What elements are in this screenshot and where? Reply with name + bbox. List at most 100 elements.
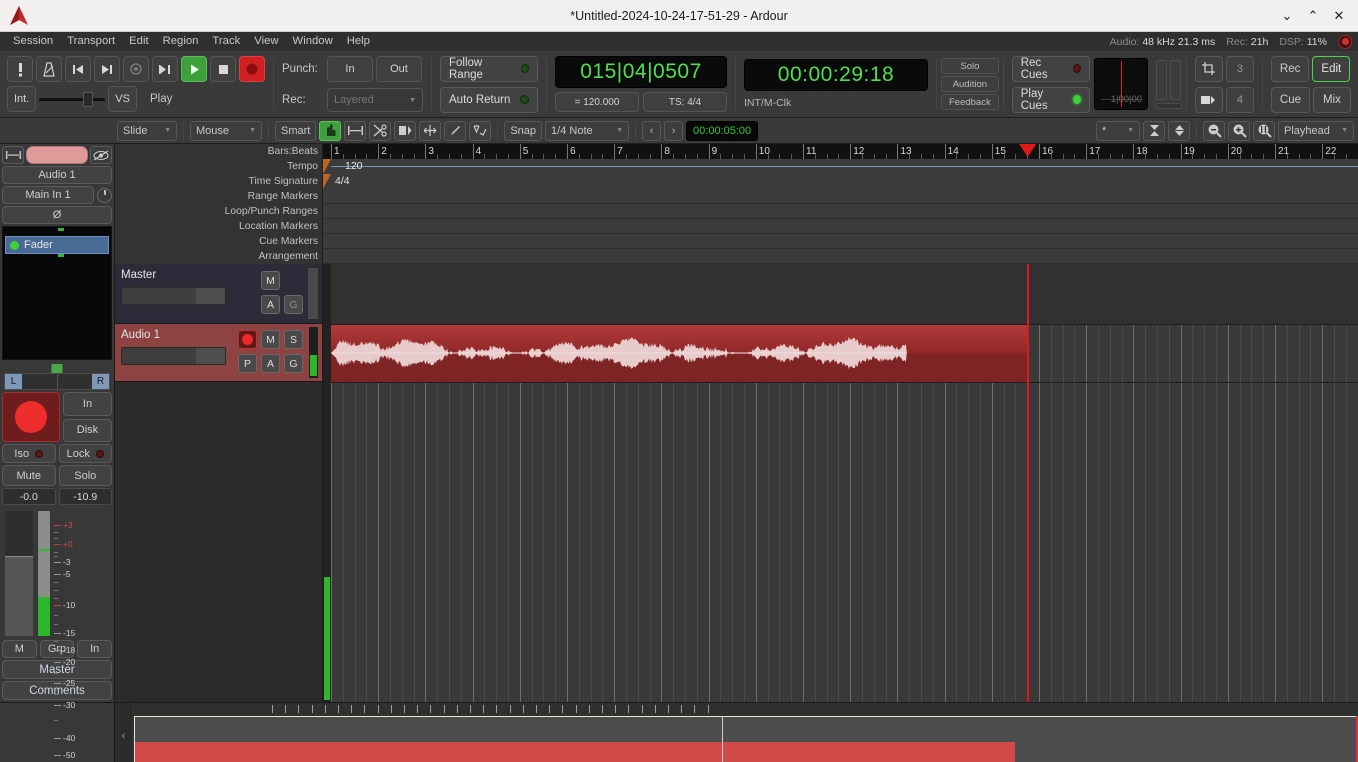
- expand-tracks-icon[interactable]: [1168, 120, 1190, 141]
- zoom-in-icon[interactable]: [1228, 120, 1250, 141]
- pan-bar[interactable]: L R: [4, 373, 110, 390]
- sync-source-button[interactable]: Int.: [7, 86, 37, 112]
- summary-view[interactable]: [132, 703, 1358, 762]
- audition-tool-icon[interactable]: [419, 120, 442, 141]
- strip-track-name-button[interactable]: Audio 1: [2, 166, 112, 184]
- tempo-marker[interactable]: [323, 159, 331, 174]
- smart-mode-button[interactable]: Smart: [275, 120, 317, 141]
- feedback-indicator[interactable]: Feedback: [941, 94, 999, 110]
- summary-region-block[interactable]: [135, 741, 1015, 762]
- track-color-swatch[interactable]: [26, 146, 88, 164]
- track-header-master[interactable]: Master M A G: [115, 264, 322, 324]
- follow-range-button[interactable]: Follow Range: [440, 55, 538, 82]
- goto-start-icon[interactable]: [65, 56, 91, 82]
- menu-track[interactable]: Track: [205, 32, 247, 51]
- audition-indicator[interactable]: Audition: [941, 76, 999, 92]
- metering-point-button[interactable]: M: [2, 640, 37, 658]
- menu-help[interactable]: Help: [340, 32, 377, 51]
- marker-dropdown[interactable]: * ▼: [1096, 120, 1140, 141]
- processor-active-led[interactable]: [10, 240, 19, 250]
- edit-point-clock[interactable]: 00:00:05:00: [686, 120, 759, 141]
- play-cues-button[interactable]: Play Cues: [1011, 86, 1090, 113]
- play-range-icon[interactable]: [152, 56, 178, 82]
- gain-display[interactable]: -0.0: [2, 488, 56, 505]
- punch-in-button[interactable]: In: [327, 56, 373, 82]
- ruler-label-arrangement[interactable]: Arrangement: [258, 249, 318, 264]
- grab-tool-icon[interactable]: [319, 120, 342, 141]
- bars-beats-ruler[interactable]: 1 2 3 4 5 6 7 8 9 10 11 12 13 14 15 16 17 18 19 20 21 22: [323, 144, 1358, 159]
- arrangement-ruler[interactable]: [323, 249, 1358, 264]
- nav-prev-button[interactable]: ‹: [642, 120, 662, 141]
- menu-transport[interactable]: Transport: [60, 32, 122, 51]
- zoom-to-session-icon[interactable]: [1253, 120, 1275, 141]
- time-signature-ruler[interactable]: 4/4: [323, 174, 1358, 189]
- playhead-line[interactable]: [1027, 264, 1029, 702]
- varispeed-button[interactable]: VS: [108, 86, 137, 112]
- monitor-input-button[interactable]: In: [63, 392, 112, 416]
- ruler-label-time-signature[interactable]: Time Signature: [249, 174, 318, 189]
- width-toggle-icon[interactable]: [2, 146, 24, 164]
- draw-tool-icon[interactable]: [444, 120, 467, 141]
- solo-lock-button[interactable]: Lock: [58, 444, 112, 463]
- track-lane-audio-1[interactable]: [323, 325, 1358, 383]
- tempo-button[interactable]: = 120.000: [555, 92, 639, 112]
- record-button[interactable]: [239, 56, 265, 82]
- zoom-focus-dropdown[interactable]: Playhead ▼: [1278, 120, 1354, 141]
- audio-1-group-button[interactable]: G: [284, 354, 303, 373]
- master-group-button[interactable]: G: [284, 295, 303, 314]
- snap-toggle-button[interactable]: Snap: [504, 120, 543, 141]
- summary-viewport[interactable]: [134, 716, 1358, 762]
- time-signature-marker[interactable]: [323, 174, 331, 189]
- range-tool-icon[interactable]: [344, 120, 367, 141]
- varispeed-knob[interactable]: [83, 91, 94, 107]
- tempo-ruler[interactable]: 120: [323, 159, 1358, 174]
- monitor-disk-button[interactable]: Disk: [63, 418, 112, 442]
- mini-fader-left[interactable]: [1156, 59, 1168, 100]
- track-lane-master[interactable]: [323, 264, 1358, 325]
- goto-end-icon[interactable]: [94, 56, 120, 82]
- global-record-icon[interactable]: [1338, 34, 1352, 49]
- track-name-master[interactable]: Master: [121, 269, 316, 281]
- nav-count-2[interactable]: 4: [1225, 86, 1254, 113]
- menu-view[interactable]: View: [247, 32, 285, 51]
- processor-fader-entry[interactable]: Fader: [5, 236, 109, 254]
- audio-region[interactable]: [331, 325, 1028, 382]
- strip-mute-button[interactable]: Mute: [2, 465, 56, 486]
- track-header-audio-1[interactable]: Audio 1 M S P A G: [115, 324, 322, 382]
- mode-cue-button[interactable]: Cue: [1270, 86, 1310, 113]
- summary-collapse-icon[interactable]: ‹: [115, 703, 132, 762]
- strip-record-enable-button[interactable]: [2, 392, 60, 442]
- minimize-icon[interactable]: ⌄: [1274, 3, 1300, 29]
- hide-strip-icon[interactable]: [90, 146, 112, 164]
- ruler-canvas[interactable]: 1 2 3 4 5 6 7 8 9 10 11 12 13 14 15 16 17 18 19 20 21 22 120 …: [323, 144, 1358, 264]
- mode-mix-button[interactable]: Mix: [1313, 86, 1351, 113]
- edit-content-tool-icon[interactable]: [469, 120, 492, 141]
- ruler-label-tempo[interactable]: Tempo: [287, 159, 318, 174]
- loop-icon[interactable]: [123, 56, 149, 82]
- rec-mode-dropdown[interactable]: Layered ▼: [327, 88, 423, 112]
- location-markers-ruler[interactable]: [323, 219, 1358, 234]
- phase-invert-button[interactable]: Ø: [2, 206, 112, 224]
- edit-mode-dropdown[interactable]: Slide ▼: [117, 120, 177, 141]
- rec-cues-button[interactable]: Rec Cues: [1011, 55, 1090, 82]
- master-automation-button[interactable]: A: [261, 295, 280, 314]
- primary-clock[interactable]: 015|04|0507: [555, 56, 727, 88]
- track-canvas[interactable]: [323, 264, 1358, 702]
- cut-tool-icon[interactable]: [369, 120, 392, 141]
- mini-timeline[interactable]: 1|00|00 31|00|00: [1093, 58, 1148, 110]
- ruler-label-cue-markers[interactable]: Cue Markers: [259, 234, 318, 249]
- mode-edit-button[interactable]: Edit: [1312, 55, 1351, 82]
- menu-window[interactable]: Window: [286, 32, 340, 51]
- track-record-enable-audio-1[interactable]: [238, 330, 257, 349]
- nav-next-button[interactable]: ›: [664, 120, 684, 141]
- loop-punch-ruler[interactable]: [323, 204, 1358, 219]
- maximize-icon[interactable]: ⌃: [1300, 3, 1326, 29]
- panner[interactable]: L R: [2, 362, 112, 390]
- secondary-clock[interactable]: 00:00:29:18: [744, 59, 928, 91]
- trim-knob[interactable]: [97, 187, 112, 203]
- audio-1-solo-button[interactable]: S: [284, 330, 303, 349]
- punch-out-button[interactable]: Out: [376, 56, 422, 82]
- close-icon[interactable]: ✕: [1326, 3, 1352, 29]
- menu-region[interactable]: Region: [156, 32, 206, 51]
- peak-display[interactable]: -10.9: [58, 488, 112, 505]
